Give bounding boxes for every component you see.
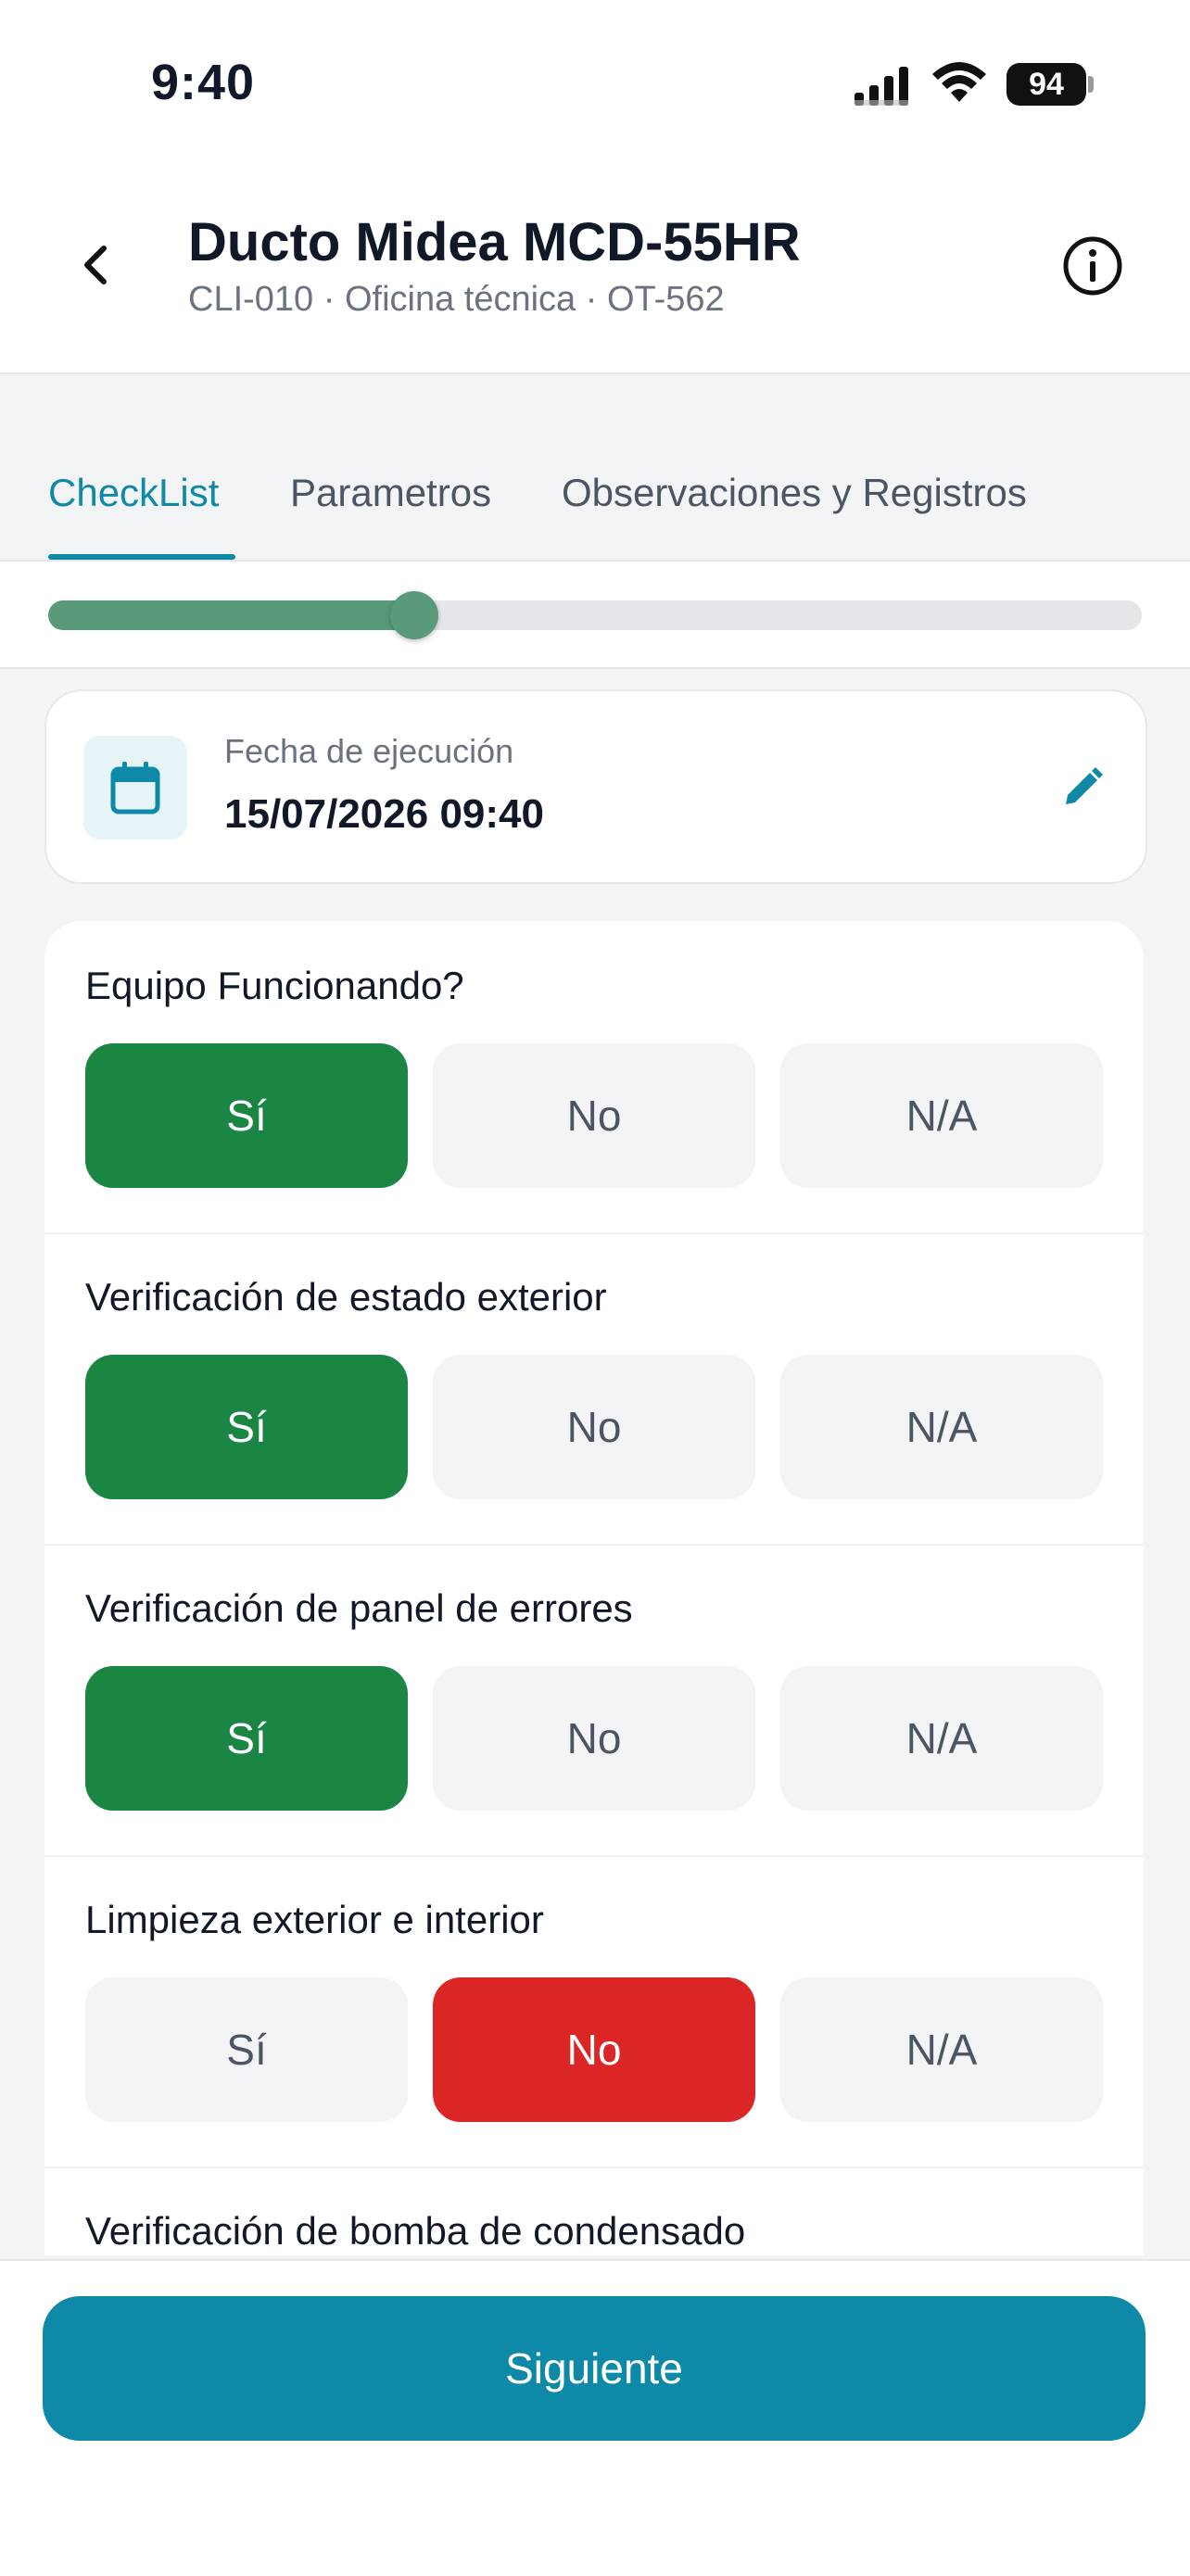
option-na-button[interactable]: N/A bbox=[780, 1043, 1103, 1188]
status-bar: 9:40 94 bbox=[0, 0, 1190, 167]
footer-bar: Siguiente bbox=[0, 2259, 1190, 2576]
checklist-item: Verificación de bomba de condensado bbox=[44, 2166, 1144, 2255]
checklist-item: Equipo Funcionando? Sí No N/A bbox=[44, 921, 1144, 1234]
cellular-signal-icon bbox=[855, 67, 908, 106]
next-button[interactable]: Siguiente bbox=[43, 2296, 1146, 2441]
tab-checklist[interactable]: CheckList bbox=[48, 471, 219, 515]
option-na-button[interactable]: N/A bbox=[780, 1355, 1103, 1499]
checklist-question: Equipo Funcionando? bbox=[85, 964, 464, 1007]
checklist-question: Verificación de panel de errores bbox=[85, 1586, 633, 1630]
active-tab-indicator bbox=[48, 554, 235, 560]
tab-bar: CheckList Parametros Observaciones y Reg… bbox=[0, 374, 1190, 562]
option-na-button[interactable]: N/A bbox=[780, 1977, 1103, 2122]
execution-date-card: Fecha de ejecución 15/07/2026 09:40 bbox=[44, 689, 1147, 884]
tab-observaciones[interactable]: Observaciones y Registros bbox=[562, 471, 1027, 515]
option-yes-button[interactable]: Sí bbox=[85, 1666, 408, 1811]
page-title: Ducto Midea MCD-55HR bbox=[188, 212, 801, 272]
option-no-button[interactable]: No bbox=[433, 1977, 755, 2122]
checklist-item: Verificación de estado exterior Sí No N/… bbox=[44, 1232, 1144, 1546]
progress-section bbox=[0, 562, 1190, 669]
checklist-question: Verificación de bomba de condensado bbox=[85, 2209, 746, 2253]
option-no-button[interactable]: No bbox=[433, 1666, 755, 1811]
checklist-question: Verificación de estado exterior bbox=[85, 1275, 607, 1319]
option-na-button[interactable]: N/A bbox=[780, 1666, 1103, 1811]
execution-date-label: Fecha de ejecución bbox=[224, 732, 514, 770]
progress-thumb[interactable] bbox=[390, 591, 439, 639]
battery-indicator: 94 bbox=[1006, 63, 1086, 106]
page-subtitle: CLI-010 · Oficina técnica · OT-562 bbox=[188, 280, 725, 319]
calendar-icon-box bbox=[83, 736, 187, 840]
checklist-card: Equipo Funcionando? Sí No N/A Verificaci… bbox=[44, 921, 1144, 2255]
progress-fill bbox=[48, 600, 415, 630]
app-header: Ducto Midea MCD-55HR CLI-010 · Oficina t… bbox=[0, 167, 1190, 374]
checklist-item: Verificación de panel de errores Sí No N… bbox=[44, 1544, 1144, 1857]
info-icon[interactable] bbox=[1062, 235, 1123, 297]
option-yes-button[interactable]: Sí bbox=[85, 1977, 408, 2122]
checklist-question: Limpieza exterior e interior bbox=[85, 1898, 544, 1941]
calendar-icon bbox=[110, 762, 160, 814]
edit-pencil-icon[interactable] bbox=[1060, 765, 1105, 810]
option-yes-button[interactable]: Sí bbox=[85, 1355, 408, 1499]
battery-tip bbox=[1088, 76, 1094, 93]
status-time: 9:40 bbox=[151, 55, 256, 110]
tab-parametros[interactable]: Parametros bbox=[290, 471, 491, 515]
progress-track bbox=[48, 591, 1142, 639]
checklist-item: Limpieza exterior e interior Sí No N/A bbox=[44, 1855, 1144, 2168]
option-yes-button[interactable]: Sí bbox=[85, 1043, 408, 1188]
back-arrow-icon[interactable] bbox=[74, 243, 119, 287]
option-no-button[interactable]: No bbox=[433, 1043, 755, 1188]
wifi-icon bbox=[932, 62, 986, 102]
option-no-button[interactable]: No bbox=[433, 1355, 755, 1499]
execution-date-value: 15/07/2026 09:40 bbox=[224, 791, 544, 837]
